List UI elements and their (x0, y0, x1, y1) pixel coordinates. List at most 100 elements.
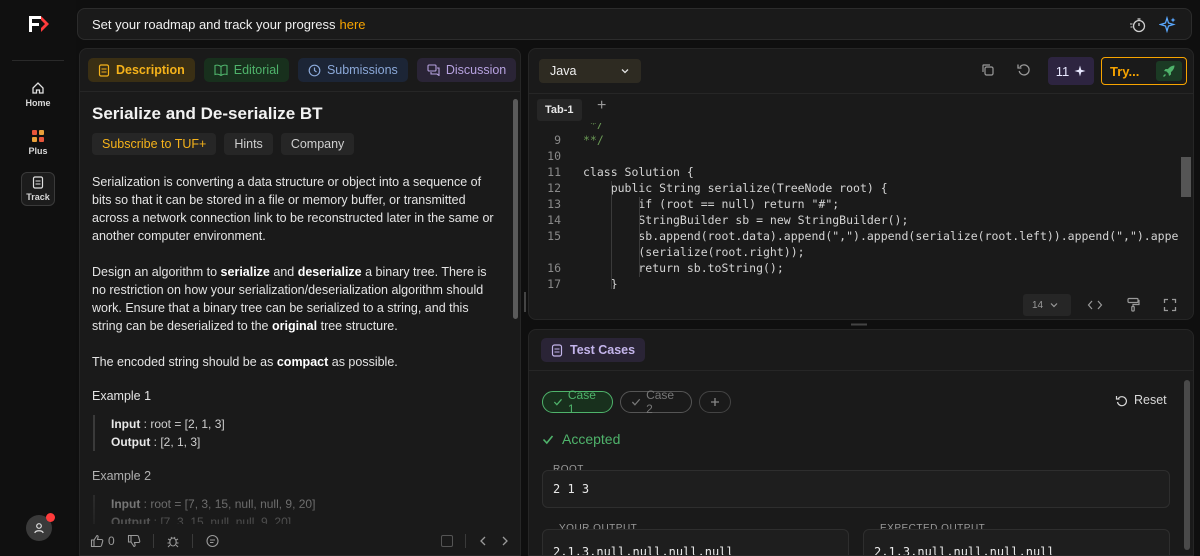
like-count: 0 (108, 534, 115, 548)
rail-track[interactable]: Track (21, 172, 55, 206)
code-brackets-icon[interactable] (1087, 298, 1103, 312)
app-logo[interactable] (27, 14, 51, 34)
sparks-count: 11 (1055, 63, 1070, 79)
try-label: Try... (1110, 63, 1140, 79)
tests-scrollbar[interactable] (1184, 380, 1190, 550)
example-2-body: Input : root = [7, 3, 15, null, null, 9,… (93, 495, 502, 524)
description-paragraph-2: Design an algorithm to serialize and des… (92, 265, 487, 333)
code-line: 13 if (root == null) return "#"; (547, 197, 840, 211)
star-sparkle-icon (1074, 65, 1086, 77)
rail-plus-label: Plus (28, 145, 48, 156)
case-1-label: Case 1 (567, 388, 596, 416)
copy-icon[interactable] (980, 62, 996, 78)
font-size-value: 14 (1032, 299, 1044, 311)
code-line: (serialize(root.right)); (583, 245, 805, 259)
rail-home-label: Home (25, 97, 51, 108)
subscribe-chip[interactable]: Subscribe to TUF+ (92, 133, 217, 155)
bug-icon[interactable] (166, 534, 180, 548)
editor-toolbar-divider (529, 93, 1193, 94)
notification-dot (46, 513, 55, 522)
problem-description: Serialize and De-serialize BT Subscribe … (92, 104, 502, 524)
reset-icon (1115, 395, 1127, 406)
expected-output-value: 2,1,3,null,null,null,null (874, 545, 1055, 556)
fullscreen-icon[interactable] (1163, 298, 1177, 312)
checkbox-icon[interactable] (441, 535, 453, 547)
run-button[interactable] (1156, 61, 1182, 81)
tab-test-cases[interactable]: Test Cases (541, 338, 646, 362)
thumbs-down-icon[interactable] (127, 534, 141, 548)
rail-track-label: Track (26, 192, 50, 202)
code-line: 10 (547, 149, 561, 163)
sparks-badge[interactable]: 11 (1048, 57, 1094, 85)
home-icon (32, 81, 44, 94)
avatar[interactable] (26, 513, 55, 541)
horizontal-resize-handle[interactable] (850, 322, 868, 327)
reset-code-icon[interactable] (1016, 62, 1032, 78)
reset-button[interactable]: Reset (1115, 393, 1167, 407)
test-cases-label: Test Cases (570, 343, 636, 357)
code-line: 11 class Solution { (547, 165, 694, 179)
hints-chip[interactable]: Hints (224, 133, 273, 155)
tab-submissions-label: Submissions (326, 63, 398, 77)
panel-resize-handle[interactable] (523, 290, 527, 314)
check-icon (542, 434, 554, 444)
problem-panel: Description Editorial Submissions Discus… (79, 48, 521, 556)
check-icon (631, 398, 641, 406)
left-rail: Home Plus Track (0, 0, 76, 556)
editor-tab[interactable]: Tab-1 (537, 99, 582, 121)
your-output-box: 2,1,3,null,null,null,null (542, 529, 849, 555)
case-2-button[interactable]: Case 2 (620, 388, 692, 416)
code-line: 9 **/ (554, 133, 604, 147)
description-scrollbar[interactable] (513, 99, 518, 319)
discuss-icon[interactable] (205, 534, 220, 548)
editor-scrollbar[interactable] (1181, 157, 1191, 197)
font-size-select[interactable]: 14 (1023, 294, 1071, 316)
banner-link[interactable]: here (340, 17, 366, 32)
tab-description-label: Description (116, 63, 185, 77)
description-paragraph-1: Serialization is converting a data struc… (92, 175, 494, 243)
language-select[interactable]: Java (539, 59, 641, 83)
chevron-left-icon[interactable] (478, 535, 488, 547)
expected-output-box: 2,1,3,null,null,null,null (863, 529, 1170, 556)
tabs-divider (80, 91, 520, 92)
tab-submissions[interactable]: Submissions (297, 58, 408, 82)
example-2-title: Example 2 (92, 469, 152, 483)
code-line: 14 StringBuilder sb = new StringBuilder(… (547, 213, 909, 227)
company-chip[interactable]: Company (280, 133, 355, 155)
testcases-panel: Test Cases Case 1 Case 2 Reset Accepted … (528, 329, 1194, 556)
case-1-button[interactable]: Case 1 (542, 388, 613, 416)
chevron-right-icon[interactable] (500, 535, 510, 547)
rail-divider (12, 60, 64, 61)
code-editor[interactable]: */ 9 **/ 10 11 class Solution { 12 public … (529, 123, 1179, 289)
example-1-body: Input : root = [2, 1, 3] Output : [2, 1,… (93, 415, 502, 451)
root-value-box: 2 1 3 (542, 470, 1170, 508)
clock-icon (308, 64, 321, 76)
tests-divider (529, 370, 1193, 371)
chat-icon (427, 64, 440, 76)
rocket-icon (1163, 65, 1175, 77)
chevron-down-icon (621, 69, 629, 74)
rail-plus[interactable]: Plus (20, 122, 56, 162)
try-button[interactable]: Try... (1101, 57, 1187, 85)
rail-home[interactable]: Home (20, 74, 56, 114)
plus-icon (711, 398, 719, 406)
timer-icon[interactable] (1129, 16, 1147, 34)
problem-footer: 0 (80, 525, 520, 555)
thumbs-up-icon[interactable] (90, 534, 104, 548)
add-tab-icon[interactable]: + (597, 97, 606, 115)
code-line: 17 } (547, 277, 618, 289)
tab-editorial[interactable]: Editorial (203, 58, 289, 82)
editor-panel: Java 11 Try... Tab-1 + */ 9 **/ 10 11 clas… (528, 48, 1194, 320)
add-case-button[interactable] (699, 391, 731, 413)
ai-sparkle-icon[interactable] (1159, 16, 1177, 34)
tab-discussion[interactable]: Discussion (416, 58, 517, 82)
user-icon (34, 523, 44, 534)
format-brush-icon[interactable] (1126, 297, 1140, 312)
tab-discussion-label: Discussion (445, 63, 507, 77)
test-cases-icon (551, 343, 563, 357)
problem-title: Serialize and De-serialize BT (92, 104, 323, 123)
problem-tabs: Description Editorial Submissions Discus… (80, 49, 520, 91)
editor-footer: 14 (529, 289, 1193, 319)
tab-description[interactable]: Description (88, 58, 195, 82)
reset-label: Reset (1134, 393, 1167, 407)
